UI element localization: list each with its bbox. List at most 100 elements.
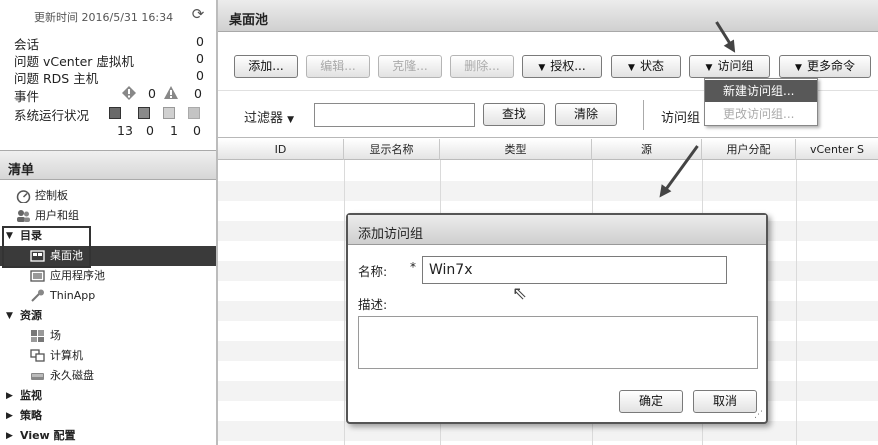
clone-button[interactable]: 克隆...	[378, 55, 442, 78]
sidebar-item-label: 控制板	[35, 189, 68, 202]
column-header-type[interactable]: 类型	[440, 139, 592, 160]
app-pool-icon	[30, 270, 45, 282]
status-value: 0	[196, 34, 204, 49]
users-icon	[17, 210, 30, 222]
error-count: 0	[148, 86, 156, 101]
sidebar: 更新时间 2016/5/31 16:34 ⟳ 会话 0 问题 vCenter 虚…	[0, 0, 218, 445]
sidebar-item-thinapp[interactable]: ThinApp	[0, 286, 216, 306]
table-header: ID 显示名称 类型 源 用户分配 vCenter S	[218, 139, 878, 160]
status-sessions[interactable]: 会话 0	[14, 34, 204, 52]
entitle-button[interactable]: ▼ 授权...	[522, 55, 602, 78]
description-field[interactable]	[358, 316, 758, 369]
sidebar-item-policies[interactable]: ▶ 策略	[0, 406, 216, 426]
sidebar-item-persistent-disks[interactable]: 永久磁盘	[0, 366, 216, 386]
health-count: 0	[193, 123, 201, 138]
sidebar-item-label: 监视	[20, 389, 42, 402]
sidebar-item-label: 场	[50, 329, 61, 342]
status-panel: 更新时间 2016/5/31 16:34 ⟳ 会话 0 问题 vCenter 虚…	[0, 0, 216, 148]
inventory-header: 清单	[0, 150, 216, 180]
collapsed-triangle-icon: ▶	[6, 391, 13, 401]
collapsed-triangle-icon: ▶	[6, 411, 13, 421]
health-count: 13	[117, 123, 133, 138]
table-row	[218, 181, 878, 201]
disk-icon	[31, 373, 44, 380]
sidebar-item-label: ThinApp	[50, 289, 96, 302]
delete-button[interactable]: 删除...	[450, 55, 514, 78]
name-field[interactable]: Win7x	[422, 256, 727, 284]
add-access-group-dialog: 添加访问组 名称: * Win7x ⇖ 描述: 确定 取消 ⋰	[346, 213, 768, 424]
dropdown-arrow-icon: ▼	[287, 115, 295, 125]
status-button[interactable]: ▼ 状态	[611, 55, 681, 78]
filter-dropdown[interactable]: 过滤器 ▼	[244, 107, 294, 126]
find-button[interactable]: 查找	[483, 103, 545, 126]
dropdown-arrow-icon: ▼	[705, 63, 713, 73]
refresh-icon[interactable]: ⟳	[190, 6, 206, 22]
menu-item-change-access-group[interactable]: 更改访问组...	[705, 103, 817, 125]
menu-item-new-access-group[interactable]: 新建访问组...	[705, 80, 817, 102]
filter-input[interactable]	[314, 103, 475, 127]
status-problem-vms[interactable]: 问题 vCenter 虚拟机 0	[14, 51, 204, 69]
sidebar-item-farms[interactable]: 场	[0, 326, 216, 346]
health-count: 0	[146, 123, 154, 138]
warning-count: 0	[194, 86, 202, 101]
sidebar-item-users-groups[interactable]: 用户和组	[0, 206, 216, 226]
column-header-vcenter[interactable]: vCenter S	[796, 139, 878, 160]
sidebar-item-resources[interactable]: ▼ 资源	[0, 306, 216, 326]
status-value: 0	[196, 51, 204, 66]
access-group-button[interactable]: ▼ 访问组	[689, 55, 770, 78]
page-title: 桌面池	[218, 0, 878, 32]
update-time: 更新时间 2016/5/31 16:34	[34, 11, 174, 24]
sidebar-item-monitoring[interactable]: ▶ 监视	[0, 386, 216, 406]
column-header-source[interactable]: 源	[592, 139, 702, 160]
collapsed-triangle-icon: ▶	[6, 431, 13, 441]
cancel-button[interactable]: 取消	[693, 390, 757, 413]
table-row	[218, 421, 878, 441]
status-events[interactable]: 事件 0 0	[14, 86, 204, 104]
column-header-display-name[interactable]: 显示名称	[344, 139, 440, 160]
sidebar-item-catalog[interactable]: ▼ 目录	[0, 226, 216, 246]
sidebar-item-label: 用户和组	[35, 209, 79, 222]
health-unknown-icon	[188, 107, 200, 119]
status-problem-rds[interactable]: 问题 RDS 主机 0	[14, 68, 204, 86]
desktop-pool-icon	[30, 250, 45, 262]
column-header-id[interactable]: ID	[218, 139, 344, 160]
entitle-label: 授权...	[550, 59, 586, 73]
add-button[interactable]: 添加...	[234, 55, 298, 78]
health-yellow-icon	[138, 107, 150, 119]
status-label: 问题 RDS 主机	[14, 71, 99, 86]
status-value: 0	[196, 68, 204, 83]
sidebar-item-label: 策略	[20, 409, 42, 422]
edit-button[interactable]: 编辑...	[306, 55, 370, 78]
sidebar-item-label: 资源	[20, 309, 42, 322]
column-header-user-assignment[interactable]: 用户分配	[702, 139, 796, 160]
sidebar-item-label: 应用程序池	[50, 269, 105, 282]
more-commands-label: 更多命令	[806, 59, 855, 73]
toolbar-divider	[643, 100, 644, 130]
dropdown-arrow-icon: ▼	[795, 63, 802, 73]
status-label: 系统运行状况	[14, 108, 90, 123]
sidebar-item-view-config[interactable]: ▶ View 配置	[0, 426, 216, 445]
sidebar-item-machines[interactable]: 计算机	[0, 346, 216, 366]
sidebar-item-label: 永久磁盘	[50, 369, 94, 382]
sidebar-item-app-pools[interactable]: 应用程序池	[0, 266, 216, 286]
access-group-menu: 新建访问组... 更改访问组...	[704, 78, 818, 126]
filter-label: 过滤器	[244, 111, 284, 126]
more-commands-button[interactable]: ▼ 更多命令	[779, 55, 871, 78]
sidebar-item-dashboard[interactable]: 控制板	[0, 186, 216, 206]
required-mark: *	[410, 260, 416, 274]
status-label: 状态	[639, 59, 664, 73]
clear-button[interactable]: 清除	[555, 103, 617, 126]
dashboard-icon	[16, 190, 31, 203]
sidebar-item-label: View 配置	[20, 429, 76, 442]
sidebar-item-label: 计算机	[50, 349, 83, 362]
health-green-icon	[163, 107, 175, 119]
ok-button[interactable]: 确定	[619, 390, 683, 413]
sidebar-item-label: 桌面池	[50, 249, 83, 262]
dropdown-arrow-icon: ▼	[628, 63, 635, 73]
resize-grip-icon[interactable]: ⋰	[754, 410, 763, 420]
warning-icon	[164, 86, 178, 99]
dialog-title: 添加访问组	[348, 215, 766, 245]
access-group-label: 访问组	[717, 59, 754, 73]
sidebar-item-desktop-pools[interactable]: 桌面池	[0, 246, 216, 266]
farm-icon	[31, 330, 44, 342]
